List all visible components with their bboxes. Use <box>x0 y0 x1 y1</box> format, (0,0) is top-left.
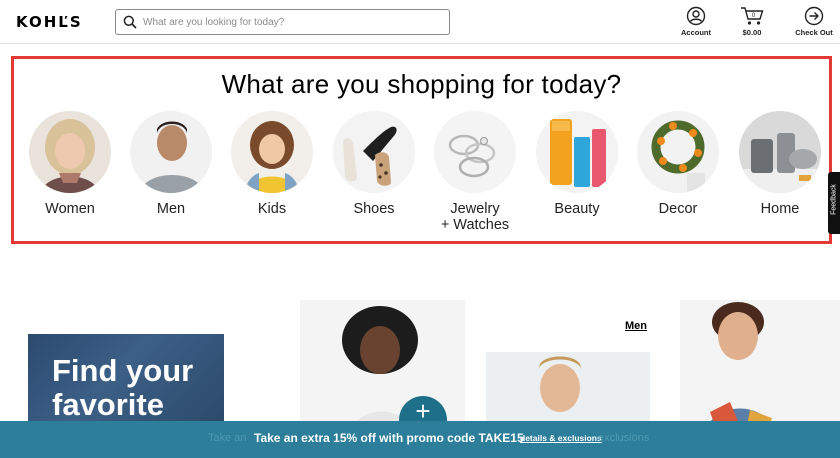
category-label: Shoes <box>353 201 395 217</box>
category-label: Beauty <box>554 201 600 217</box>
category-label: Decor <box>658 201 698 217</box>
category-label: Kids <box>257 201 287 217</box>
shopping-cart-icon: 0 <box>741 7 764 25</box>
search-input[interactable] <box>143 13 443 31</box>
jewelry-image <box>434 111 516 193</box>
account-button[interactable]: Account <box>680 6 712 37</box>
kids-image <box>231 111 313 193</box>
category-shoes[interactable]: Shoes <box>331 111 417 217</box>
decor-image <box>637 111 719 193</box>
account-label: Account <box>681 28 711 37</box>
cart-count: 0 <box>752 13 756 19</box>
category-home[interactable]: Home <box>737 111 823 217</box>
category-women[interactable]: Women <box>27 111 113 217</box>
search-box[interactable] <box>115 9 450 35</box>
denim-headline-line1: Find your <box>52 353 194 388</box>
feedback-tab[interactable]: Feedback <box>828 172 840 234</box>
denim-headline-line2: favorite <box>52 387 164 422</box>
arrow-right-circle-icon <box>804 6 824 26</box>
category-label-line2: + Watches <box>440 217 510 233</box>
category-jewelry-watches[interactable]: Jewelry + Watches <box>432 111 518 233</box>
promo-ghost-text-left: Take an <box>208 432 247 444</box>
cart-button[interactable]: 0 $0.00 <box>734 6 770 37</box>
shoes-image <box>333 111 415 193</box>
feedback-label: Feedback <box>830 184 838 215</box>
account-icon <box>686 6 706 26</box>
category-label: Women <box>45 201 95 217</box>
header: KOHĽS Account 0 $0.00 <box>0 0 840 44</box>
cart-total-label: $0.00 <box>742 28 762 37</box>
category-kids[interactable]: Kids <box>229 111 315 217</box>
categories-title: What are you shopping for today? <box>221 69 622 99</box>
kohls-logo[interactable]: KOHĽS <box>16 13 83 31</box>
shopping-categories-panel: What are you shopping for today? Women M… <box>11 56 832 244</box>
details-exclusions-link[interactable]: details & exclusions <box>520 433 602 443</box>
promo-bar: Take an Take an extra 15% off with promo… <box>0 421 840 458</box>
men-link[interactable]: Men <box>625 320 647 332</box>
category-men[interactable]: Men <box>128 111 214 217</box>
category-label: Home <box>760 201 800 217</box>
category-label: Jewelry <box>450 201 500 217</box>
men-image <box>130 111 212 193</box>
promo-ghost-text-right: exclusions <box>598 432 650 444</box>
women-image <box>29 111 111 193</box>
search-icon <box>123 15 137 29</box>
checkout-label: Check Out <box>795 28 833 37</box>
promo-message: Take an extra 15% off with promo code TA… <box>254 431 524 445</box>
category-label: Men <box>156 201 186 217</box>
beauty-image <box>536 111 618 193</box>
category-decor[interactable]: Decor <box>635 111 721 217</box>
home-image <box>739 111 821 193</box>
page: KOHĽS Account 0 $0.00 <box>0 0 840 458</box>
category-beauty[interactable]: Beauty <box>534 111 620 217</box>
checkout-button[interactable]: Check Out <box>792 6 836 37</box>
